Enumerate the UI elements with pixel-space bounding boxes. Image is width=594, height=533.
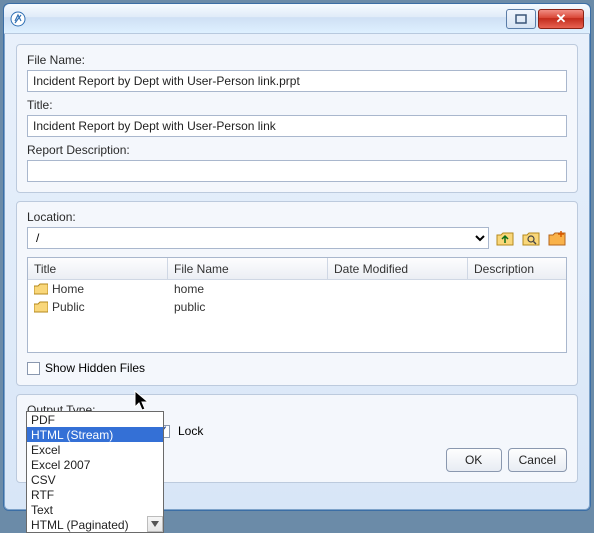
col-filename[interactable]: File Name	[168, 258, 328, 279]
dropdown-item-excel2007[interactable]: Excel 2007	[27, 457, 163, 472]
row-filename: public	[168, 299, 328, 315]
row-desc	[468, 306, 566, 308]
dialog-window: ✕ File Name: Title: Report Description: …	[3, 3, 591, 511]
description-label: Report Description:	[27, 143, 567, 157]
new-folder-icon[interactable]	[547, 228, 567, 248]
lock-label: Lock	[178, 424, 203, 438]
app-icon	[10, 11, 26, 27]
show-hidden-label: Show Hidden Files	[45, 361, 145, 375]
col-modified[interactable]: Date Modified	[328, 258, 468, 279]
table-row[interactable]: Home home	[28, 280, 566, 298]
dropdown-item-html-stream[interactable]: HTML (Stream)	[27, 427, 163, 442]
folder-icon	[34, 283, 48, 295]
search-folder-icon[interactable]	[521, 228, 541, 248]
table-row[interactable]: Public public	[28, 298, 566, 316]
dropdown-item-rtf[interactable]: RTF	[27, 487, 163, 502]
row-modified	[328, 288, 468, 290]
row-title: Home	[52, 282, 84, 296]
dropdown-item-text[interactable]: Text	[27, 502, 163, 517]
col-description[interactable]: Description	[468, 258, 566, 279]
close-icon: ✕	[556, 11, 567, 27]
filename-group: File Name: Title: Report Description:	[16, 44, 578, 193]
close-button[interactable]: ✕	[538, 9, 584, 29]
location-group: Location: /	[16, 201, 578, 386]
folder-icon	[34, 301, 48, 313]
title-input[interactable]	[27, 115, 567, 137]
title-label: Title:	[27, 98, 567, 112]
file-table[interactable]: Title File Name Date Modified Descriptio…	[27, 257, 567, 353]
location-select[interactable]: /	[27, 227, 489, 249]
row-title: Public	[52, 300, 85, 314]
row-filename: home	[168, 281, 328, 297]
location-label: Location:	[27, 210, 567, 224]
row-modified	[328, 306, 468, 308]
scroll-down-icon[interactable]	[147, 516, 163, 532]
cancel-button[interactable]: Cancel	[508, 448, 567, 472]
filename-input[interactable]	[27, 70, 567, 92]
go-up-icon[interactable]	[495, 228, 515, 248]
dropdown-item-excel[interactable]: Excel	[27, 442, 163, 457]
col-title[interactable]: Title	[28, 258, 168, 279]
maximize-button[interactable]	[506, 9, 536, 29]
filename-label: File Name:	[27, 53, 567, 67]
titlebar[interactable]: ✕	[4, 4, 590, 34]
dropdown-item-csv[interactable]: CSV	[27, 472, 163, 487]
table-header: Title File Name Date Modified Descriptio…	[28, 258, 566, 280]
description-input[interactable]	[27, 160, 567, 182]
dropdown-item-pdf[interactable]: PDF	[27, 412, 163, 427]
ok-button[interactable]: OK	[446, 448, 502, 472]
dropdown-item-html-paginated[interactable]: HTML (Paginated)	[27, 517, 163, 532]
row-desc	[468, 288, 566, 290]
output-type-dropdown[interactable]: PDF HTML (Stream) Excel Excel 2007 CSV R…	[26, 411, 164, 533]
show-hidden-checkbox[interactable]	[27, 362, 40, 375]
